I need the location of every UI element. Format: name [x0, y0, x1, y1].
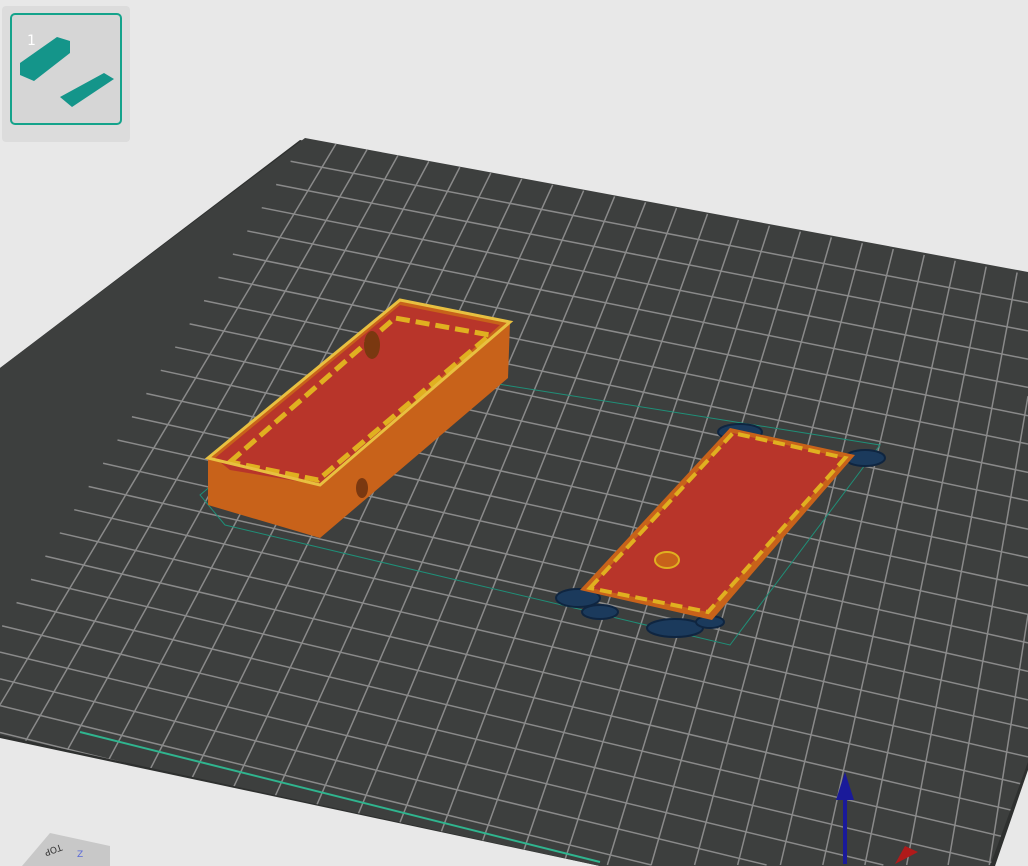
plate-preview-icon	[20, 37, 114, 107]
plate-thumbnail-1[interactable]: 1	[10, 13, 122, 125]
view-cube-face[interactable]	[22, 833, 110, 866]
plate-list-panel: 1	[2, 6, 130, 142]
view-cube-z-label: Z	[77, 850, 84, 860]
3d-viewport[interactable]	[0, 0, 1028, 866]
